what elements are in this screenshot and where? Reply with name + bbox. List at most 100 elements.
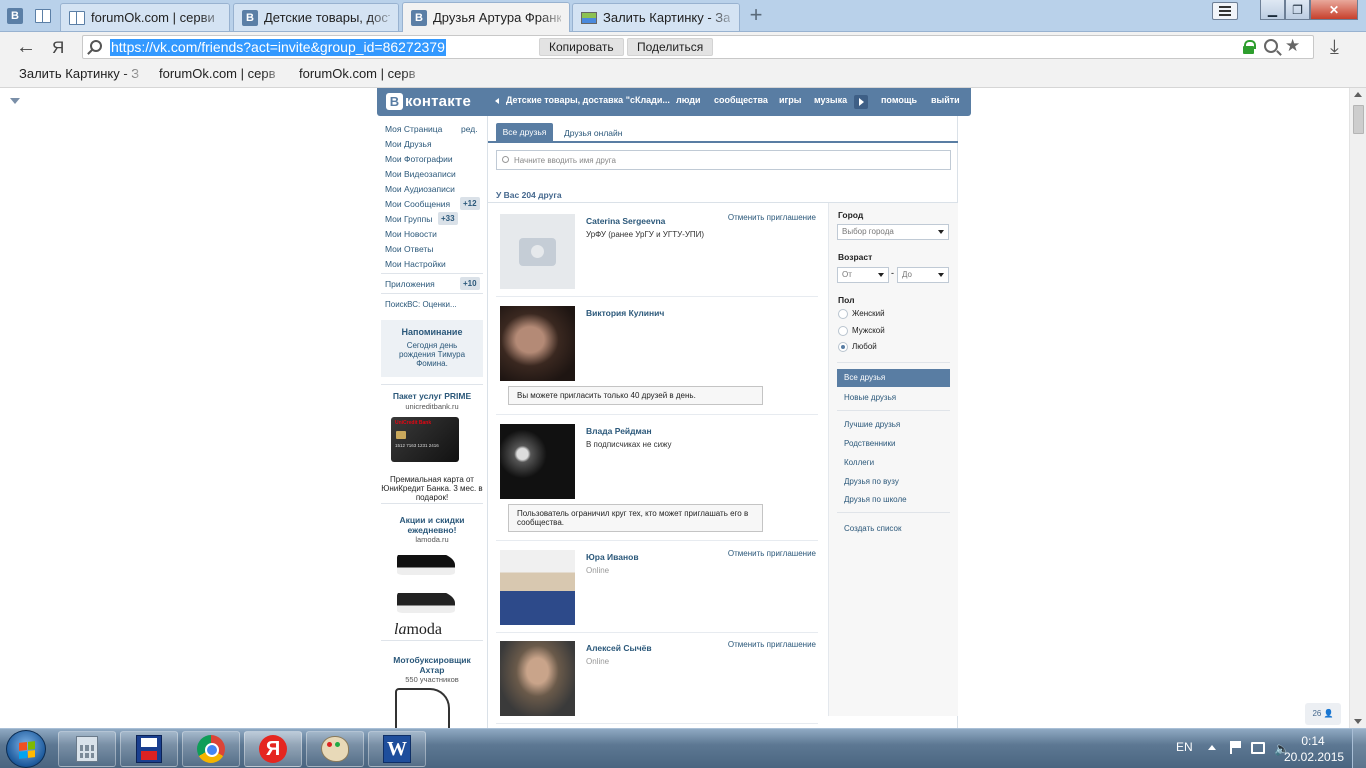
radio-female-label[interactable]: Женский <box>852 309 885 318</box>
friend-photo[interactable] <box>500 641 575 716</box>
ad-title[interactable]: Пакет услуг PRIME <box>381 391 483 401</box>
messages-badge[interactable]: +12 <box>460 197 480 210</box>
collapse-arrow-icon[interactable] <box>10 98 20 104</box>
header-link-communities[interactable]: сообщества <box>714 95 768 105</box>
ad-title[interactable]: Мотобуксировщик Ахтар <box>391 655 473 675</box>
friend-photo[interactable] <box>500 550 575 625</box>
lamoda-logo[interactable]: lamoda <box>394 621 442 639</box>
tab-friends-active[interactable]: В Друзья Артура Франк <box>402 2 570 32</box>
friend-name[interactable]: Виктория Кулинич <box>586 308 664 318</box>
radio-female[interactable] <box>838 309 848 319</box>
online-counter-badge[interactable]: 26 👤 <box>1305 703 1341 725</box>
tab-friends-online[interactable]: Друзья онлайн <box>564 128 622 138</box>
pinned-tab-book[interactable] <box>32 6 54 26</box>
nav-my-friends[interactable]: Мои Друзья <box>385 139 432 149</box>
radio-any[interactable] <box>838 342 848 352</box>
nav-apps[interactable]: Приложения <box>385 279 435 289</box>
share-button[interactable]: Поделиться <box>627 38 714 56</box>
maximize-button[interactable]: ❐ <box>1285 0 1310 20</box>
clock-time[interactable]: 0:14 <box>1284 734 1342 748</box>
url-text[interactable]: https://vk.com/friends?act=invite&group_… <box>110 39 446 56</box>
url-field[interactable]: https://vk.com/friends?act=invite&group_… <box>82 35 1314 59</box>
cancel-invite-link[interactable]: Отменить приглашение <box>728 640 816 649</box>
bookmark-item[interactable]: Залить Картинку - З <box>19 66 147 84</box>
nav-edit-link[interactable]: ред. <box>461 124 478 134</box>
scroll-thumb[interactable] <box>1353 105 1364 134</box>
list-new-friends[interactable]: Новые друзья <box>844 393 896 402</box>
tab-detskie-tovary[interactable]: В Детские товары, дост <box>233 3 399 31</box>
tab-forumok[interactable]: forumOk.com | серви <box>60 3 230 31</box>
list-colleagues[interactable]: Коллеги <box>844 458 874 467</box>
new-tab-button[interactable]: + <box>746 4 766 26</box>
friend-photo[interactable] <box>500 424 575 499</box>
cancel-invite-link[interactable]: Отменить приглашение <box>728 549 816 558</box>
city-select[interactable]: Выбор города <box>837 224 949 240</box>
snowmobile-image[interactable] <box>395 688 450 728</box>
nav-my-page[interactable]: Моя Страница <box>385 124 442 134</box>
nav-my-audio[interactable]: Мои Аудиозаписи <box>385 184 455 194</box>
friend-search-input[interactable]: Начните вводить имя друга <box>496 150 951 170</box>
browser-menu-button[interactable] <box>1212 2 1238 20</box>
tab-zalit-kartinku[interactable]: Залить Картинку - За <box>572 3 740 31</box>
sneaker-image[interactable] <box>397 550 455 575</box>
age-from-select[interactable]: От <box>837 267 889 283</box>
taskbar-calculator[interactable] <box>58 731 116 767</box>
taskbar-chrome[interactable] <box>182 731 240 767</box>
friend-photo[interactable] <box>500 306 575 381</box>
nav-app-item[interactable]: ПоискВС: Оценки... <box>385 300 457 309</box>
nav-my-messages[interactable]: Мои Сообщения <box>385 199 450 209</box>
bookmark-star-icon[interactable]: ★ <box>1285 36 1300 56</box>
taskbar-word[interactable]: W <box>368 731 426 767</box>
age-to-select[interactable]: До <box>897 267 949 283</box>
radio-male[interactable] <box>838 326 848 336</box>
friend-name[interactable]: Юра Иванов <box>586 552 639 562</box>
yandex-icon[interactable]: Я <box>52 38 64 58</box>
pinned-tab-vk[interactable]: В <box>4 6 26 26</box>
header-next-arrow-icon[interactable] <box>854 95 868 109</box>
header-link-games[interactable]: игры <box>779 95 801 105</box>
clock-date[interactable]: 20.02.2015 <box>1284 750 1344 764</box>
nav-my-photos[interactable]: Мои Фотографии <box>385 154 453 164</box>
ad-site[interactable]: lamoda.ru <box>381 535 483 544</box>
ad-site[interactable]: unicreditbank.ru <box>381 402 483 411</box>
copy-button[interactable]: Копировать <box>539 38 624 56</box>
header-group-link[interactable]: Детские товары, доставка "сКлади... <box>506 95 670 105</box>
action-center-flag-icon[interactable] <box>1230 741 1242 754</box>
cancel-invite-link[interactable]: Отменить приглашение <box>728 213 816 222</box>
nav-my-settings[interactable]: Мои Настройки <box>385 259 446 269</box>
taskbar-save-app[interactable] <box>120 731 178 767</box>
nav-my-answers[interactable]: Мои Ответы <box>385 244 433 254</box>
scroll-down-arrow-icon[interactable] <box>1354 719 1362 724</box>
radio-male-label[interactable]: Мужской <box>852 326 885 335</box>
radio-any-label[interactable]: Любой <box>852 342 877 351</box>
friend-name[interactable]: Caterina Sergeevna <box>586 216 665 226</box>
list-school-friends[interactable]: Друзья по школе <box>844 495 907 504</box>
header-link-music[interactable]: музыка <box>814 95 847 105</box>
nav-my-videos[interactable]: Мои Видеозаписи <box>385 169 456 179</box>
header-prev-arrow-icon[interactable] <box>495 98 499 104</box>
header-link-logout[interactable]: выйти <box>931 95 960 105</box>
show-desktop-button[interactable] <box>1352 729 1366 768</box>
apps-badge[interactable]: +10 <box>460 277 480 290</box>
groups-badge[interactable]: +33 <box>438 212 458 225</box>
list-university-friends[interactable]: Друзья по вузу <box>844 477 899 486</box>
network-icon[interactable] <box>1251 742 1265 754</box>
header-link-people[interactable]: люди <box>676 95 701 105</box>
header-link-help[interactable]: помощь <box>881 95 917 105</box>
tray-expand-arrow-icon[interactable] <box>1208 745 1216 750</box>
download-icon[interactable]: ⤓ <box>1330 36 1339 59</box>
nav-my-groups[interactable]: Мои Группы <box>385 214 432 224</box>
language-indicator[interactable]: EN <box>1176 740 1193 754</box>
list-all-friends[interactable]: Все друзья <box>837 369 950 387</box>
friend-name[interactable]: Влада Рейдман <box>586 426 652 436</box>
close-window-button[interactable]: ✕ <box>1310 0 1358 20</box>
list-best-friends[interactable]: Лучшие друзья <box>844 420 900 429</box>
bank-card-image[interactable]: UniCredit Bank 1512 7163 1231 2416 <box>391 417 459 462</box>
page-scrollbar[interactable] <box>1349 88 1366 728</box>
taskbar-yandex-browser[interactable]: Я <box>244 731 302 767</box>
back-button[interactable]: ← <box>14 37 38 57</box>
bookmark-item[interactable]: forumOk.com | серв <box>299 66 427 84</box>
scroll-up-arrow-icon[interactable] <box>1354 92 1362 97</box>
vk-logo[interactable]: В контакте <box>386 93 471 110</box>
ad-title[interactable]: Акции и скидки ежедневно! <box>391 515 473 535</box>
